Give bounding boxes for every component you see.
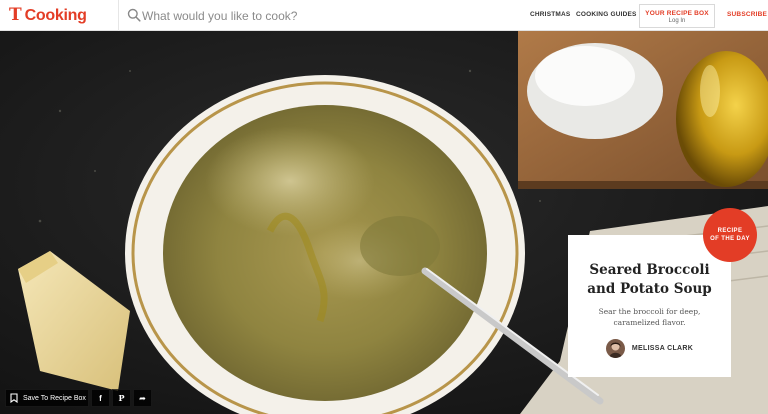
site-header: T Cooking CHRISTMAS COOKING GUIDES YOUR … [0, 0, 768, 31]
author-name: MELISSA CLARK [631, 345, 694, 352]
search-input[interactable] [142, 6, 442, 25]
cooking-logo[interactable]: T Cooking [9, 5, 87, 26]
share-button[interactable]: ➦ [133, 389, 152, 407]
facebook-icon: f [99, 393, 102, 403]
nav-christmas[interactable]: CHRISTMAS [530, 11, 570, 18]
nyt-t-logo-icon: T [9, 5, 22, 25]
avatar [605, 339, 625, 358]
save-to-recipe-box-button[interactable]: Save To Recipe Box [5, 389, 89, 407]
bookmark-icon [10, 393, 18, 403]
pinterest-share-button[interactable]: P [112, 389, 131, 407]
recipe-card[interactable]: Seared Broccoli and Potato Soup Sear the… [568, 235, 731, 377]
badge-line-1: RECIPE [717, 228, 743, 234]
recipe-actions: Save To Recipe Box f P ➦ [5, 389, 152, 407]
recipe-box-button[interactable]: YOUR RECIPE BOX Log In [639, 4, 715, 28]
facebook-share-button[interactable]: f [91, 389, 110, 407]
save-label: Save To Recipe Box [23, 394, 86, 402]
recipe-box-label: YOUR RECIPE BOX [645, 10, 709, 17]
share-icon: ➦ [139, 393, 146, 403]
nav-cooking-guides[interactable]: COOKING GUIDES [576, 11, 637, 18]
logo-text: Cooking [24, 6, 87, 24]
subscribe-link[interactable]: SUBSCRIBE [727, 11, 767, 18]
login-link[interactable]: Log In [640, 18, 714, 24]
recipe-author[interactable]: MELISSA CLARK [568, 339, 731, 358]
pinterest-icon: P [118, 393, 125, 403]
badge-line-2: OF THE DAY [710, 236, 750, 242]
search-icon[interactable] [127, 8, 141, 22]
search-divider [118, 0, 119, 31]
recipe-title[interactable]: Seared Broccoli and Potato Soup [568, 261, 731, 299]
recipe-description: Sear the broccoli for deep, caramelized … [598, 307, 701, 327]
recipe-of-the-day-badge: RECIPE OF THE DAY [703, 208, 757, 262]
